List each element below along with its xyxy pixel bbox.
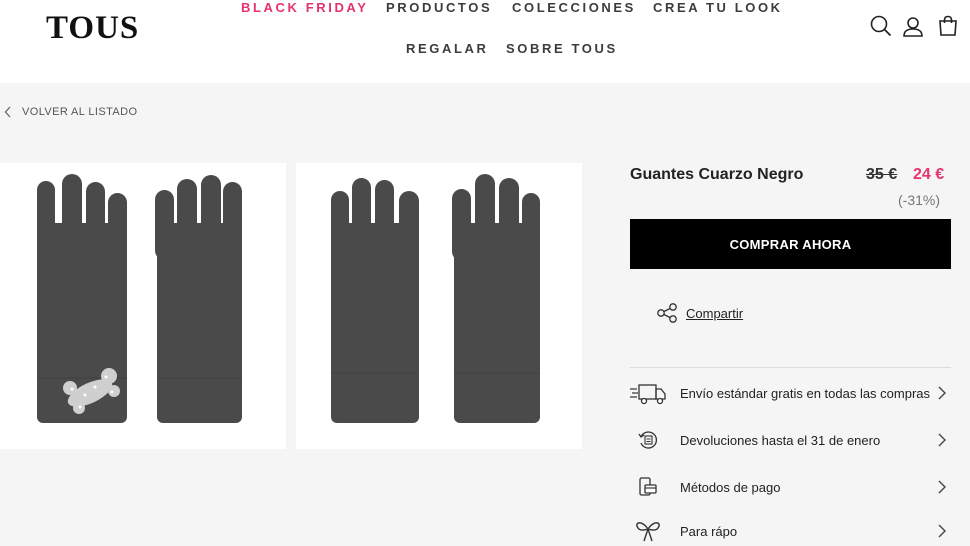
info-row-shipping[interactable]: Envío estándar gratis en todas las compr… bbox=[630, 378, 951, 408]
share-link[interactable]: Compartir bbox=[656, 302, 743, 324]
nav-sobre-tous[interactable]: SOBRE TOUS bbox=[506, 41, 618, 56]
gloves-front-illustration bbox=[37, 174, 242, 423]
product-title: Guantes Cuarzo Negro bbox=[630, 166, 804, 183]
product-image-front[interactable] bbox=[0, 163, 286, 449]
original-price: 35 € bbox=[866, 166, 898, 183]
info-row-label: Para rápo bbox=[680, 523, 738, 539]
nav-productos[interactable]: PRODUCTOS bbox=[386, 0, 492, 15]
nav-regalar[interactable]: REGALAR bbox=[406, 41, 488, 56]
site-header: TOUS BLACK FRIDAY PRODUCTOS COLECCIONES … bbox=[0, 0, 970, 83]
info-row-label: Métodos de pago bbox=[680, 479, 781, 495]
search-icon[interactable] bbox=[869, 14, 893, 38]
nav-colecciones[interactable]: COLECCIONES bbox=[512, 0, 636, 15]
info-row-label: Devoluciones hasta el 31 de enero bbox=[680, 432, 881, 448]
section-divider bbox=[630, 367, 951, 368]
chevron-left-icon bbox=[4, 106, 11, 118]
info-row-gift[interactable]: Para rápo bbox=[630, 516, 951, 546]
user-icon[interactable] bbox=[901, 14, 925, 38]
product-image-back[interactable] bbox=[296, 163, 582, 449]
nav-crea-tu-look[interactable]: CREA TU LOOK bbox=[653, 0, 783, 15]
nav-black-friday[interactable]: BLACK FRIDAY bbox=[241, 0, 369, 15]
shopping-bag-icon[interactable] bbox=[936, 14, 960, 38]
gloves-back-illustration bbox=[331, 174, 540, 423]
discount-badge: (-31%) bbox=[898, 192, 941, 208]
buy-now-button[interactable]: COMPRAR AHORA bbox=[630, 219, 951, 269]
info-row-returns[interactable]: Devoluciones hasta el 31 de enero bbox=[630, 425, 951, 455]
tous-logo[interactable]: TOUS bbox=[46, 10, 139, 47]
returns-icon bbox=[638, 431, 657, 449]
sale-price: 24 € bbox=[913, 166, 945, 183]
chevron-right-icon bbox=[938, 386, 946, 400]
chevron-right-icon bbox=[938, 433, 946, 447]
gift-bow-icon bbox=[636, 522, 660, 542]
chevron-right-icon bbox=[938, 480, 946, 494]
payment-methods-icon bbox=[639, 477, 657, 496]
share-label: Compartir bbox=[686, 305, 744, 321]
chevron-right-icon bbox=[938, 524, 946, 538]
share-icon bbox=[657, 303, 677, 323]
back-link-label: VOLVER AL LISTADO bbox=[22, 106, 138, 118]
info-row-payment[interactable]: Métodos de pago bbox=[630, 472, 951, 502]
back-to-list-link[interactable]: VOLVER AL LISTADO bbox=[4, 104, 137, 120]
delivery-truck-icon bbox=[630, 384, 666, 405]
info-row-label: Envío estándar gratis en todas las compr… bbox=[680, 385, 931, 401]
